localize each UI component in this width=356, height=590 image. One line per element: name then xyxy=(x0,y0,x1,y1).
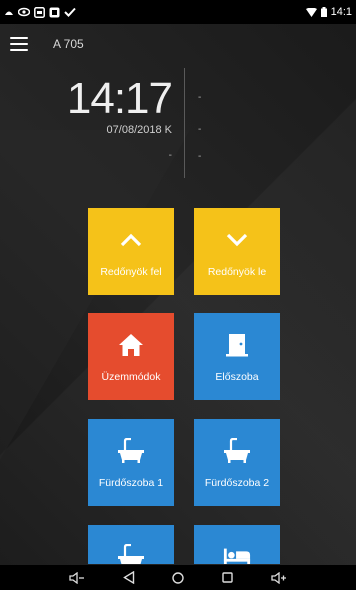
recents-icon[interactable] xyxy=(222,572,233,583)
wifi-icon xyxy=(305,7,317,17)
volume-down-icon[interactable] xyxy=(69,571,85,584)
sensor-value-3: - xyxy=(198,151,202,162)
tile-label: Üzemmódok xyxy=(101,371,161,383)
home-circle-icon[interactable] xyxy=(172,571,185,584)
eye-icon xyxy=(18,7,30,17)
tile-grid: Redőnyök fel Redőnyök le Üzemmódok Elősz… xyxy=(0,208,356,564)
chevron-down-icon xyxy=(223,226,251,254)
navigation-bar xyxy=(0,565,356,590)
notification-dot-icon xyxy=(4,7,14,17)
tile-bathroom-1[interactable]: Fürdőszoba 1 xyxy=(88,419,174,506)
battery-icon xyxy=(320,7,327,17)
tile-blinds-up[interactable]: Redőnyök fel xyxy=(88,208,174,295)
tile-label: Fürdőszoba 2 xyxy=(204,477,270,489)
tile-bathroom-2[interactable]: Fürdőszoba 2 xyxy=(194,419,280,506)
status-time: 14:1 xyxy=(330,6,352,18)
tile-label: Redőnyök fel xyxy=(100,266,162,278)
hamburger-menu-icon[interactable] xyxy=(10,37,28,51)
sensor-value-2: - xyxy=(198,124,202,135)
tile-modes[interactable]: Üzemmódok xyxy=(88,313,174,400)
tile-label: Előszoba xyxy=(215,371,259,383)
chevron-up-icon xyxy=(117,226,145,254)
clock-divider xyxy=(184,68,185,178)
bathtub-icon xyxy=(117,437,145,465)
door-icon xyxy=(223,331,251,359)
check-icon xyxy=(64,7,76,17)
tile-blinds-down[interactable]: Redőnyök le xyxy=(194,208,280,295)
volume-up-icon[interactable] xyxy=(271,571,287,584)
tile-label: Redőnyök le xyxy=(207,266,267,278)
clock-time: 14:17 xyxy=(66,74,173,123)
tile-bedroom[interactable] xyxy=(194,525,280,564)
tile-hallway[interactable]: Előszoba xyxy=(194,313,280,400)
room-title: A 705 xyxy=(53,37,84,51)
clock-extra-value: - xyxy=(168,150,172,161)
status-bar-notifications xyxy=(4,6,76,18)
back-icon[interactable] xyxy=(122,571,135,584)
status-bar-system: 14:1 xyxy=(305,6,352,18)
app-icon xyxy=(49,7,60,18)
bathtub-icon xyxy=(223,437,251,465)
gallery-icon xyxy=(34,6,45,18)
clock-date: 07/08/2018 K xyxy=(106,124,172,136)
sensor-value-1: - xyxy=(198,92,202,103)
status-bar: 14:1 xyxy=(0,0,356,24)
tile-label: Fürdőszoba 1 xyxy=(98,477,164,489)
app-header: A 705 xyxy=(0,24,356,64)
clock-panel: 14:17 07/08/2018 K - - - - xyxy=(0,66,356,186)
bathtub-icon xyxy=(117,543,145,564)
bed-icon xyxy=(223,543,251,564)
home-icon xyxy=(117,331,145,359)
tile-bathroom-3[interactable] xyxy=(88,525,174,564)
